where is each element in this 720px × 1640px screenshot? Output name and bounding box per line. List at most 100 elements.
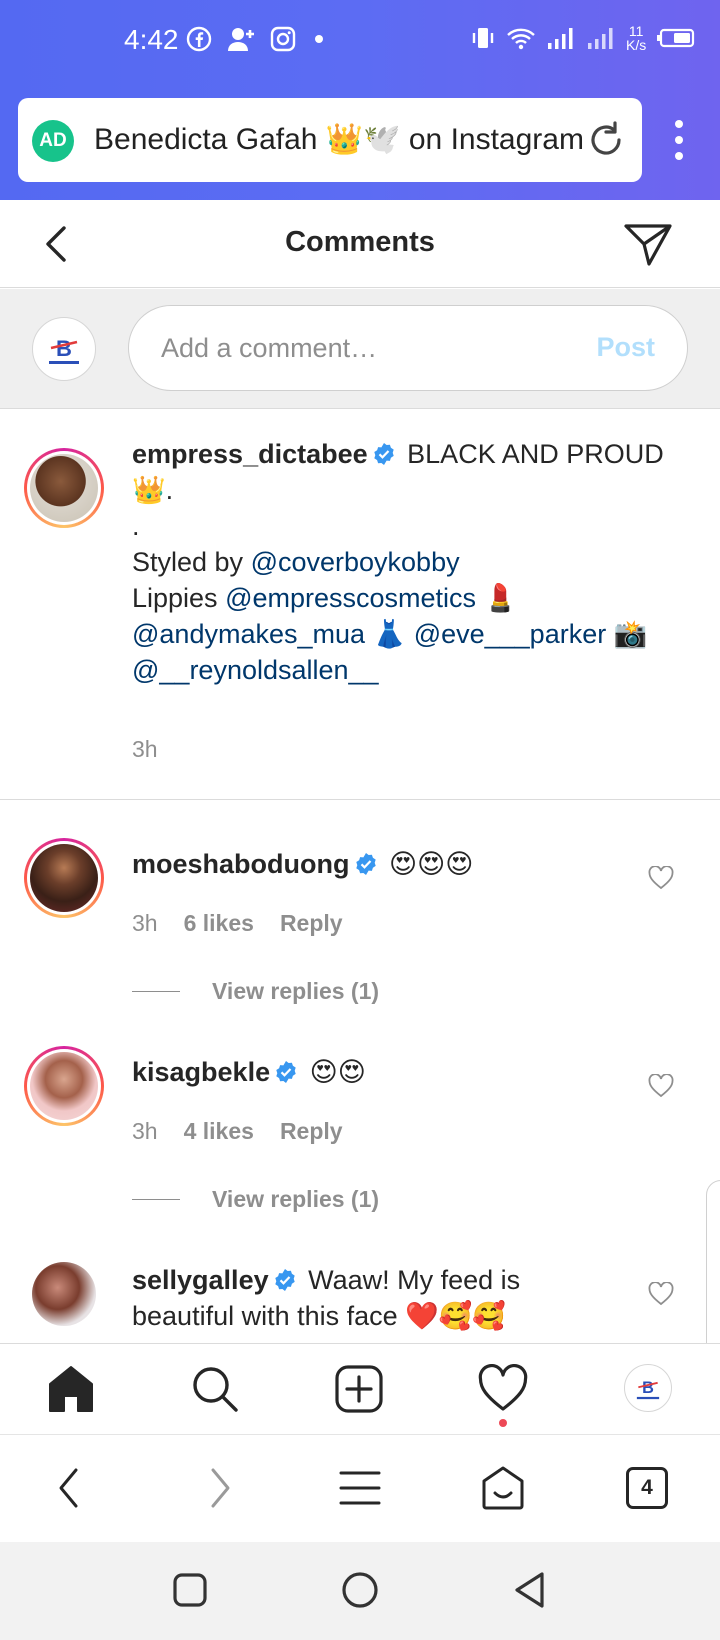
lippies-label: Lippies — [132, 583, 218, 613]
comment-body: 😍😍😍 — [389, 849, 474, 879]
svg-text:B: B — [56, 336, 72, 361]
signal-icon-2 — [588, 28, 613, 49]
like-heart-icon[interactable] — [648, 1074, 674, 1098]
mention-parker[interactable]: @eve___parker — [414, 619, 607, 649]
like-heart-icon[interactable] — [648, 866, 674, 890]
verified-badge-icon — [373, 443, 394, 465]
url-text[interactable]: Benedicta Gafah 👑🕊️ on Instagram — [94, 122, 584, 157]
network-speed: 11 K/s — [626, 24, 646, 52]
reload-icon[interactable] — [584, 118, 628, 162]
profile-logo-icon: B — [49, 336, 79, 364]
own-avatar[interactable]: B — [32, 317, 96, 381]
comment-meta: 3h 6 likes Reply — [132, 910, 343, 937]
dress-emoji: 👗 — [372, 619, 407, 649]
vibrate-icon — [472, 28, 494, 48]
like-heart-icon[interactable] — [648, 1282, 674, 1306]
comment-body: 😍😍 — [309, 1057, 366, 1087]
caption-username[interactable]: empress_dictabee — [132, 439, 368, 469]
tabs-count-button[interactable]: 4 — [626, 1467, 668, 1509]
ad-block-icon[interactable]: AD — [32, 120, 74, 162]
view-replies-label: View replies (1) — [212, 978, 380, 1004]
reply-button[interactable]: Reply — [280, 910, 343, 937]
comment-text: moeshaboduong 😍😍😍 — [132, 846, 473, 882]
replies-divider — [132, 1199, 180, 1200]
post-caption: empress_dictabee BLACK AND PROUD 👑. . St… — [0, 410, 720, 800]
add-contact-icon — [228, 28, 254, 51]
browser-menu-icon[interactable] — [664, 116, 694, 164]
caption-meta: 3h — [132, 736, 158, 763]
styled-by-label: Styled by — [132, 547, 244, 577]
page-title: Comments — [285, 226, 435, 258]
mention-reynold[interactable]: @__reynoldsallen__ — [132, 655, 379, 685]
svg-text:B: B — [642, 1379, 654, 1397]
post-button[interactable]: Post — [596, 332, 655, 363]
search-icon[interactable] — [190, 1364, 240, 1414]
url-bar[interactable]: AD Benedicta Gafah 👑🕊️ on Instagram — [18, 98, 642, 182]
signal-icon — [548, 28, 573, 49]
comment-input[interactable] — [161, 328, 561, 368]
comment-input-box[interactable]: Post — [128, 305, 688, 391]
profile-tab-avatar[interactable]: B — [624, 1364, 672, 1412]
caption-line2: 👑. — [132, 475, 174, 505]
instagram-bottom-nav: B — [0, 1343, 720, 1433]
system-nav-bar — [0, 1542, 720, 1640]
replies-divider — [132, 991, 180, 992]
view-replies-button[interactable]: View replies (1) — [132, 1186, 379, 1213]
status-bar: 4:42 11 K/s — [0, 18, 720, 62]
home-circle-icon[interactable] — [340, 1570, 380, 1610]
verified-badge-icon — [276, 1061, 296, 1083]
mention-cosmetics[interactable]: @empresscosmetics — [225, 583, 476, 613]
browser-bottom-nav: 4 — [0, 1434, 720, 1542]
caption-line1: BLACK AND PROUD — [407, 439, 664, 469]
status-time: 4:42 — [124, 24, 179, 55]
reply-button[interactable]: Reply — [280, 1118, 343, 1145]
direct-send-icon[interactable] — [622, 220, 674, 268]
instagram-icon — [270, 26, 296, 52]
mention-stylist[interactable]: @coverboykobby — [251, 547, 460, 577]
comment-text: sellygalley Waaw! My feed is beautiful w… — [132, 1262, 642, 1334]
back-triangle-icon[interactable] — [510, 1570, 550, 1610]
browser-back-icon[interactable] — [48, 1465, 94, 1511]
status-system-icons: 11 K/s — [470, 24, 696, 52]
comment-text: kisagbekle 😍😍 — [132, 1054, 366, 1090]
comment-username[interactable]: moeshaboduong — [132, 849, 350, 879]
facebook-icon — [186, 26, 212, 52]
home-icon[interactable] — [46, 1364, 96, 1414]
battery-icon — [657, 28, 695, 48]
scroll-handle[interactable] — [706, 1180, 720, 1370]
network-speed-unit: K/s — [626, 37, 647, 53]
comment-meta: 3h 4 likes Reply — [132, 1118, 343, 1145]
comment-avatar[interactable] — [24, 838, 104, 918]
camera-emoji: 📸 — [613, 619, 648, 649]
caption-line3: . — [132, 511, 140, 541]
browser-forward-icon[interactable] — [196, 1465, 242, 1511]
new-post-icon[interactable] — [334, 1364, 384, 1414]
comment-avatar[interactable] — [24, 1046, 104, 1126]
mention-mua[interactable]: @andymakes_mua — [132, 619, 365, 649]
view-replies-button[interactable]: View replies (1) — [132, 978, 379, 1005]
add-comment-bar: B Post — [0, 289, 720, 409]
comment-time: 3h — [132, 910, 158, 936]
dot-icon — [315, 35, 323, 43]
verified-badge-icon — [274, 1269, 295, 1291]
browser-home-icon[interactable] — [480, 1465, 526, 1511]
activity-heart-icon[interactable] — [478, 1364, 528, 1414]
notification-dot-icon — [499, 1419, 507, 1427]
wifi-icon — [507, 28, 535, 50]
view-replies-label: View replies (1) — [212, 1186, 380, 1212]
caption-text: empress_dictabee BLACK AND PROUD 👑. . St… — [132, 436, 672, 688]
comment-avatar[interactable] — [32, 1262, 96, 1326]
caption-avatar[interactable] — [24, 448, 104, 528]
recents-square-icon[interactable] — [170, 1570, 210, 1610]
caption-time: 3h — [132, 736, 158, 762]
verified-badge-icon — [355, 853, 376, 875]
network-speed-value: 11 — [628, 23, 644, 39]
comment-likes[interactable]: 6 likes — [184, 910, 254, 937]
comment-likes[interactable]: 4 likes — [184, 1118, 254, 1145]
comment-body-line2: beautiful with this face ❤️🥰🥰 — [132, 1301, 507, 1331]
comment-username[interactable]: kisagbekle — [132, 1057, 270, 1087]
comment-username[interactable]: sellygalley — [132, 1265, 269, 1295]
browser-top-chrome: 4:42 11 K/s AD Benedicta Gafah 👑🕊️ on In… — [0, 0, 720, 200]
status-notification-icons — [186, 26, 328, 52]
browser-menu-lines-icon[interactable] — [337, 1465, 383, 1511]
